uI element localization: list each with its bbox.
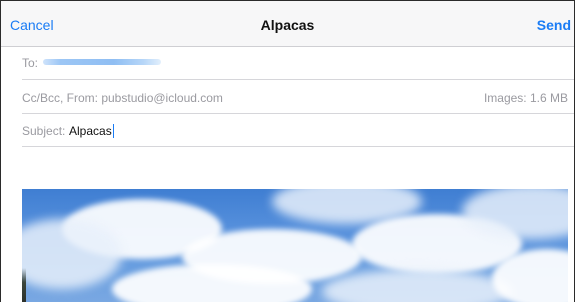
to-label: To: bbox=[22, 56, 39, 70]
text-caret bbox=[112, 124, 114, 138]
tree-silhouette bbox=[22, 268, 26, 302]
to-field[interactable]: To: bbox=[22, 47, 574, 80]
subject-field[interactable]: Subject: Alpacas bbox=[22, 114, 574, 147]
compose-title: Alpacas bbox=[260, 17, 315, 33]
send-button[interactable]: Send bbox=[537, 17, 571, 33]
images-size-button[interactable]: Images: 1.6 MB bbox=[484, 91, 568, 105]
recipient-token[interactable] bbox=[43, 59, 161, 65]
cc-bcc-from-label: Cc/Bcc, From: pubstudio@icloud.com bbox=[22, 91, 223, 105]
subject-label: Subject: bbox=[22, 124, 66, 138]
mail-compose-window: Cancel Alpacas Send To: Cc/Bcc, From: pu… bbox=[0, 0, 575, 302]
cloud-shape bbox=[322, 269, 512, 302]
subject-text: Alpacas bbox=[69, 124, 112, 138]
compose-navbar: Cancel Alpacas Send bbox=[1, 1, 574, 47]
cc-bcc-from-field[interactable]: Cc/Bcc, From: pubstudio@icloud.com Image… bbox=[22, 80, 574, 114]
subject-input[interactable]: Alpacas bbox=[69, 124, 114, 138]
attached-photo[interactable] bbox=[22, 189, 568, 302]
